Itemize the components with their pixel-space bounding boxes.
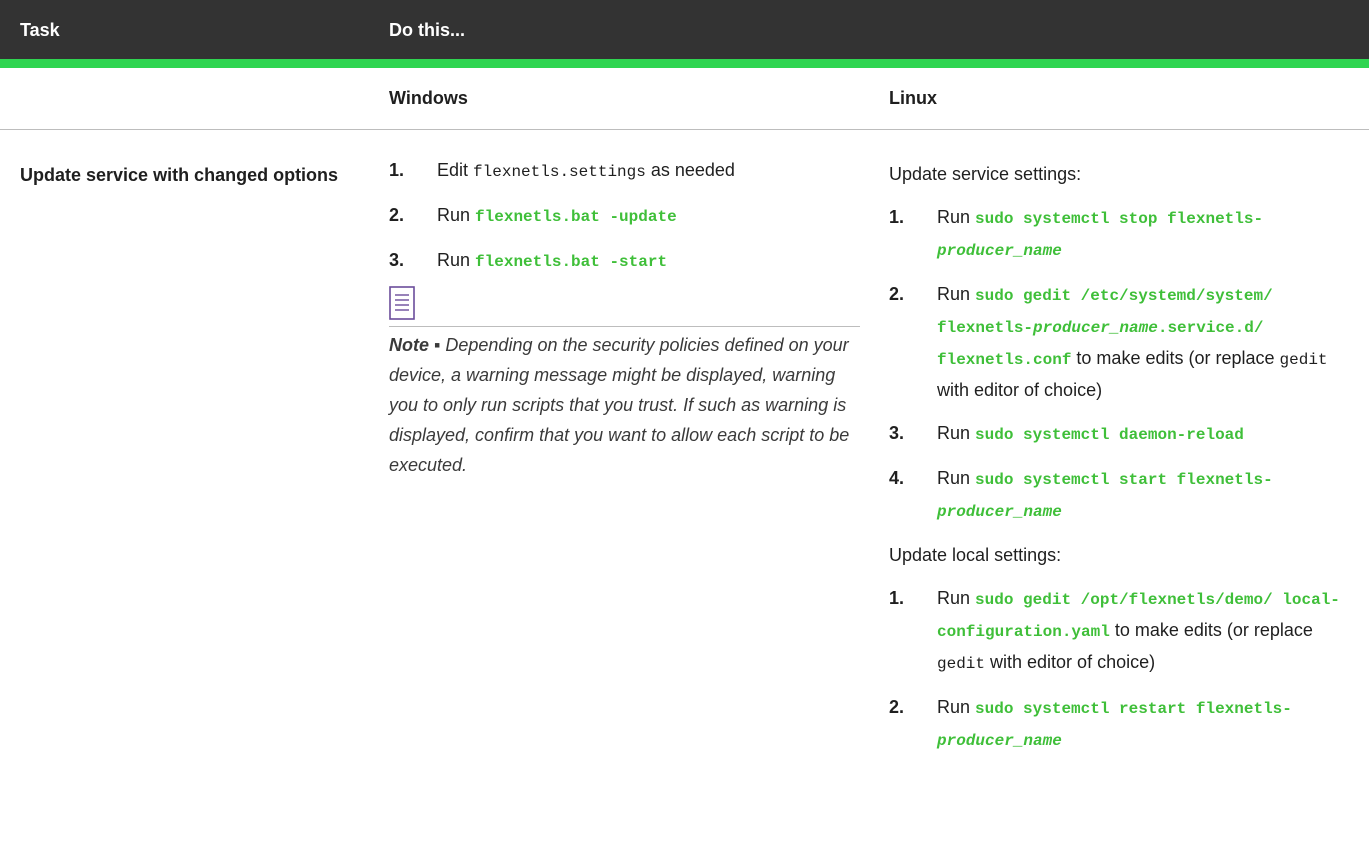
row-divider bbox=[0, 129, 1369, 130]
step-number: 1. bbox=[389, 160, 405, 180]
step-text: with editor of choice) bbox=[985, 652, 1156, 672]
command: sudo systemctl restart flexnetls-produce… bbox=[937, 700, 1292, 750]
step-text: Run bbox=[937, 588, 976, 608]
step-number: 3. bbox=[389, 250, 405, 270]
step-text: Run bbox=[437, 250, 476, 270]
step-number: 2. bbox=[889, 284, 905, 304]
command: sudo systemctl daemon-reload bbox=[975, 426, 1244, 444]
windows-step: 1. Edit flexnetls.settings as needed bbox=[389, 155, 864, 187]
header-do-this: Do this... bbox=[389, 20, 465, 40]
step-text: with editor of choice) bbox=[937, 380, 1103, 400]
command: sudo systemctl stop flexnetls-producer_n… bbox=[937, 210, 1263, 260]
step-text: to make edits (or replace bbox=[1109, 620, 1313, 640]
note-text: Depending on the security policies defin… bbox=[389, 335, 850, 475]
header-task: Task bbox=[20, 20, 60, 40]
linux-column: Update service settings: 1. Run sudo sys… bbox=[889, 159, 1359, 756]
command: flexnetls.bat -start bbox=[475, 253, 668, 271]
command-text: sudo systemctl start flexnetls- bbox=[975, 471, 1273, 489]
step-text: Run bbox=[937, 468, 976, 488]
command-text: sudo systemctl stop flexnetls- bbox=[975, 210, 1264, 228]
editor-name: gedit bbox=[1279, 351, 1328, 369]
step-number: 2. bbox=[889, 697, 905, 717]
linux-step: 4. Run sudo systemctl start flexnetls-pr… bbox=[889, 463, 1359, 527]
filename: flexnetls.settings bbox=[473, 163, 646, 181]
linux-step: 2. Run sudo gedit /etc/systemd/system/ f… bbox=[889, 279, 1359, 405]
note-label: Note ▪ bbox=[389, 335, 441, 355]
local-settings-heading: Update local settings: bbox=[889, 545, 1062, 565]
windows-step: 2. Run flexnetls.bat -update bbox=[389, 200, 864, 232]
task-label: Update service with changed options bbox=[20, 165, 339, 185]
editor-name: gedit bbox=[937, 655, 986, 673]
step-number: 4. bbox=[889, 468, 905, 488]
windows-column: 1. Edit flexnetls.settings as needed 2. … bbox=[389, 155, 864, 480]
subheader-linux: Linux bbox=[889, 88, 937, 108]
table-header: Task Do this... bbox=[0, 0, 1369, 59]
step-number: 1. bbox=[889, 588, 905, 608]
step-text: as needed bbox=[645, 160, 735, 180]
command: sudo systemctl start flexnetls-producer_… bbox=[937, 471, 1273, 521]
subheader-windows: Windows bbox=[389, 88, 468, 108]
note-icon bbox=[389, 286, 415, 320]
security-note: Note ▪ Depending on the security policie… bbox=[389, 330, 861, 480]
linux-step: 1. Run sudo systemctl stop flexnetls-pro… bbox=[889, 202, 1359, 266]
command-placeholder: producer_name bbox=[937, 242, 1062, 260]
step-text: Run bbox=[937, 423, 976, 443]
command-placeholder: producer_name bbox=[937, 503, 1062, 521]
command-placeholder: producer_name bbox=[937, 732, 1062, 750]
step-text: Run bbox=[937, 697, 976, 717]
command-text: sudo systemctl restart flexnetls- bbox=[975, 700, 1292, 718]
note-divider bbox=[389, 326, 860, 327]
linux-step: 1. Run sudo gedit /opt/flexnetls/demo/ l… bbox=[889, 583, 1359, 679]
header-accent-bar bbox=[0, 59, 1369, 68]
command: flexnetls.bat -update bbox=[475, 208, 677, 226]
step-number: 3. bbox=[889, 423, 905, 443]
service-settings-heading: Update service settings: bbox=[889, 164, 1082, 184]
linux-step: 2. Run sudo systemctl restart flexnetls-… bbox=[889, 692, 1359, 756]
step-text: Edit bbox=[437, 160, 474, 180]
windows-step: 3. Run flexnetls.bat -start bbox=[389, 245, 864, 277]
linux-step: 3. Run sudo systemctl daemon-reload bbox=[889, 418, 1359, 450]
step-text: to make edits (or replace bbox=[1071, 348, 1280, 368]
command-placeholder: producer_name bbox=[1033, 319, 1158, 337]
step-number: 1. bbox=[889, 207, 905, 227]
step-text: Run bbox=[437, 205, 476, 225]
step-text: Run bbox=[937, 207, 976, 227]
step-number: 2. bbox=[389, 205, 405, 225]
step-text: Run bbox=[937, 284, 976, 304]
